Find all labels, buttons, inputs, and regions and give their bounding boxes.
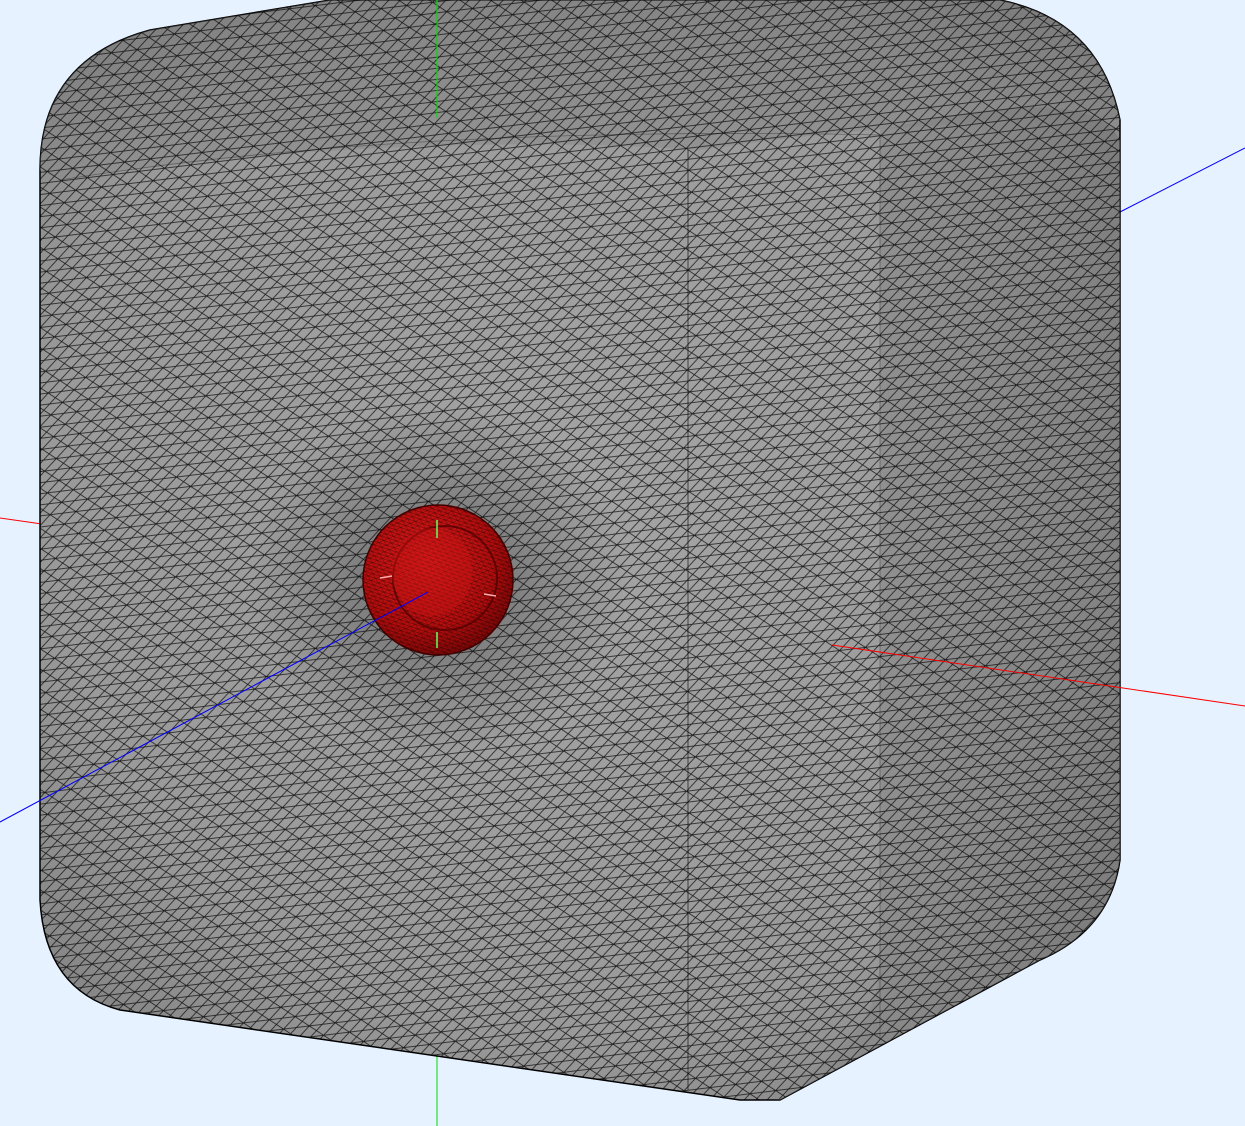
z-axis-back (1119, 147, 1245, 213)
x-axis-left (0, 517, 43, 525)
rounded-cube-mesh[interactable] (0, 0, 1245, 1126)
3d-viewport[interactable] (0, 0, 1245, 1126)
mesh-scene[interactable] (0, 0, 1245, 1126)
red-sphere-inclusion[interactable] (362, 504, 514, 656)
